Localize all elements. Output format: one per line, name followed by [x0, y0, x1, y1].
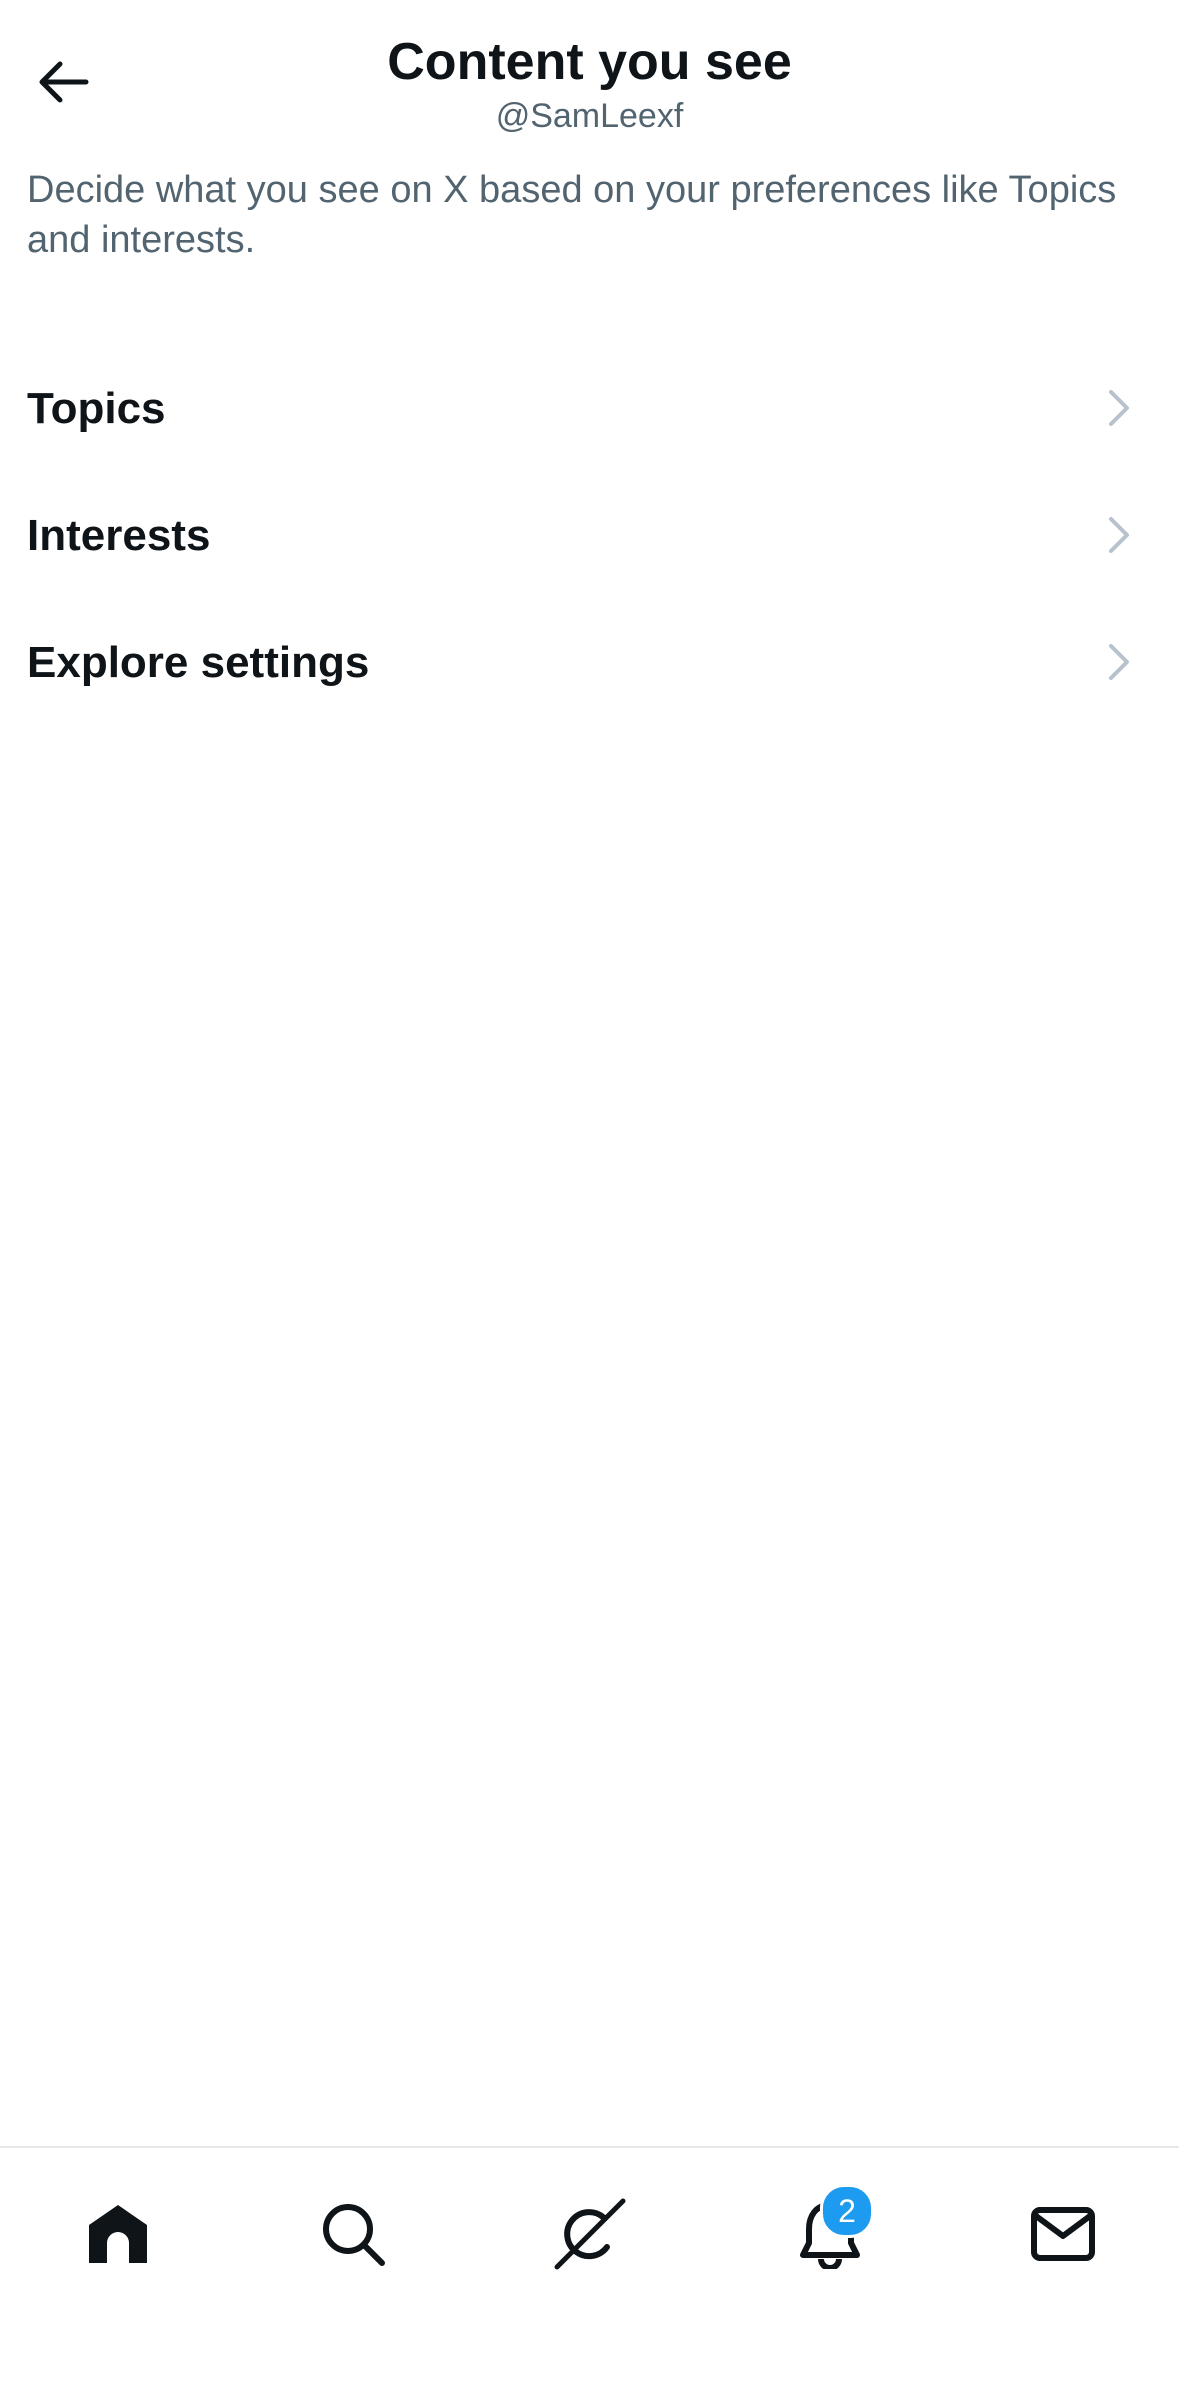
page-title: Content you see	[387, 33, 792, 91]
chevron-right-icon	[1109, 390, 1129, 426]
top-header: Content you see @SamLeexf	[0, 0, 1179, 150]
page-description: Decide what you see on X based on your p…	[27, 169, 1117, 261]
tab-home[interactable]	[68, 2184, 168, 2284]
mail-icon	[1031, 2207, 1095, 2261]
menu-item-topics[interactable]: Topics	[0, 345, 1179, 472]
menu-item-explore-settings[interactable]: Explore settings	[0, 599, 1179, 726]
tab-messages[interactable]	[1013, 2184, 1113, 2284]
chevron-right-icon	[1109, 644, 1129, 680]
tab-grok[interactable]	[540, 2184, 640, 2284]
menu-item-interests[interactable]: Interests	[0, 472, 1179, 599]
menu-item-label: Explore settings	[27, 638, 370, 687]
bottom-tab-bar: 2	[0, 2146, 1179, 2398]
home-icon	[89, 2205, 147, 2263]
grok-icon	[554, 2198, 626, 2270]
search-icon	[323, 2204, 385, 2266]
tab-search[interactable]	[303, 2184, 403, 2284]
chevron-right-icon	[1109, 517, 1129, 553]
settings-menu: Topics Interests Explore settings	[0, 345, 1179, 726]
menu-item-label: Interests	[27, 511, 211, 560]
notifications-badge: 2	[820, 2184, 874, 2238]
tab-notifications[interactable]: 2	[780, 2184, 880, 2284]
menu-item-label: Topics	[27, 384, 166, 433]
account-handle: @SamLeexf	[495, 97, 684, 135]
